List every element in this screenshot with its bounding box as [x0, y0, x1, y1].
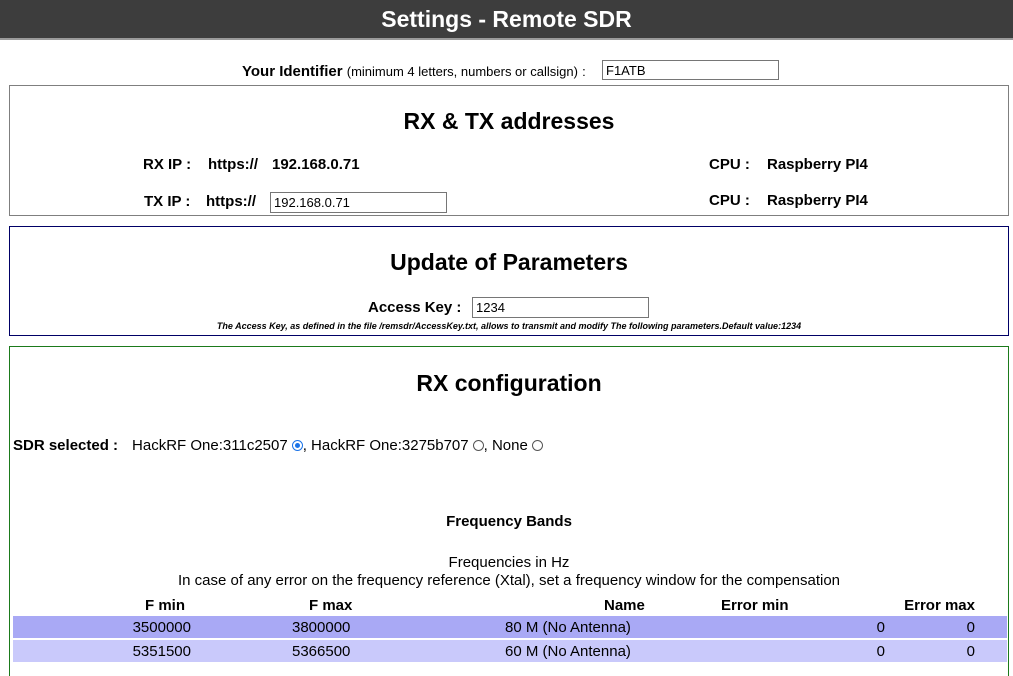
- sdr-radio-hackrf-311c2507[interactable]: [291, 440, 303, 451]
- identifier-input[interactable]: [602, 60, 779, 80]
- cell-fmin: 5351500: [13, 639, 313, 664]
- update-title: Update of Parameters: [390, 249, 628, 275]
- rx-tx-title: RX & TX addresses: [403, 108, 615, 134]
- tx-cpu-label: CPU :: [709, 192, 750, 209]
- cell-name-text: 60 M (No Antenna): [505, 642, 631, 660]
- column-header-error-min: Error min: [721, 594, 898, 616]
- column-header-name-text: Name: [604, 596, 645, 614]
- cell-name: 80 M (No Antenna): [505, 616, 793, 640]
- rx-tx-panel: RX & TX addresses RX IP : https:// 192.1…: [9, 85, 1009, 216]
- column-header-fmax-text: F max: [309, 596, 353, 614]
- column-header-error-max: Error max: [904, 596, 975, 614]
- table-row[interactable]: 3500000 3800000 80 M (No Antenna) 0 0: [13, 616, 1007, 640]
- access-key-input[interactable]: [472, 297, 649, 318]
- sdr-selector: SDR selected : HackRF One:311c2507 , HackR…: [13, 437, 543, 454]
- cell-error-min: 0: [793, 639, 898, 664]
- rx-cpu-label: CPU :: [709, 156, 750, 173]
- tx-protocol: https://: [206, 193, 256, 210]
- cell-fmax-text: 3800000: [292, 618, 351, 636]
- rx-protocol: https://: [208, 156, 258, 173]
- compensation-text: In case of any error on the frequency re…: [177, 572, 841, 589]
- identifier-hint: (minimum 4 letters, numbers or callsign): [346, 64, 578, 79]
- rx-config-title: RX configuration: [416, 370, 602, 396]
- cell-error-max: 0: [898, 639, 1007, 664]
- frequency-bands-table: F min F max Name Error min Error max 350…: [13, 594, 1007, 664]
- cell-fmin: 3500000: [13, 616, 313, 640]
- column-header-error-min-text: Error min: [721, 596, 789, 614]
- column-header-fmax: F max: [309, 594, 648, 616]
- frequency-bands-heading: Frequency Bands: [446, 513, 572, 530]
- tx-ip-label: TX IP :: [144, 193, 191, 210]
- header-bar: Settings - Remote SDR: [0, 0, 1013, 40]
- sdr-option-label: HackRF One:311c2507: [132, 437, 288, 454]
- cell-error-max: 0: [898, 616, 1007, 640]
- table-row[interactable]: 5351500 5366500 60 M (No Antenna) 0 0: [13, 639, 1007, 664]
- column-header-fmin: F min: [145, 596, 185, 614]
- update-panel: Update of Parameters Access Key : The Ac…: [9, 226, 1009, 336]
- rx-config-panel: RX configuration SDR selected : HackRF On…: [9, 346, 1009, 676]
- cell-name: 60 M (No Antenna): [505, 639, 793, 664]
- tx-cpu-value: Raspberry PI4: [767, 192, 868, 209]
- cell-error-min: 0: [793, 616, 898, 640]
- cell-fmax-text: 5366500: [292, 642, 351, 660]
- identifier-label: Your Identifier (minimum 4 letters, numb…: [242, 63, 586, 80]
- frequency-unit-text: Frequencies in Hz: [448, 554, 570, 571]
- rx-ip-value: 192.168.0.71: [272, 156, 360, 173]
- sdr-radio-hackrf-3275b707[interactable]: [472, 440, 484, 451]
- identifier-label-text: Your Identifier: [242, 63, 343, 80]
- sdr-option-label: , HackRF One:3275b707: [302, 437, 469, 454]
- rx-ip-label: RX IP :: [143, 156, 192, 173]
- access-key-note: The Access Key, as defined in the file /…: [216, 321, 802, 331]
- access-key-label: Access Key :: [368, 299, 462, 316]
- sdr-option-label: , None: [483, 437, 528, 454]
- table-header-row: F min F max Name Error min Error max: [13, 594, 1007, 616]
- page-title: Settings - Remote SDR: [381, 6, 632, 32]
- identifier-row: Your Identifier (minimum 4 letters, numb…: [0, 60, 1013, 82]
- sdr-label: SDR selected :: [13, 437, 119, 454]
- tx-ip-input[interactable]: [270, 192, 447, 213]
- cell-name-text: 80 M (No Antenna): [505, 618, 631, 636]
- identifier-separator: :: [582, 64, 586, 79]
- sdr-radio-none[interactable]: [531, 440, 543, 451]
- rx-cpu-value: Raspberry PI4: [767, 156, 868, 173]
